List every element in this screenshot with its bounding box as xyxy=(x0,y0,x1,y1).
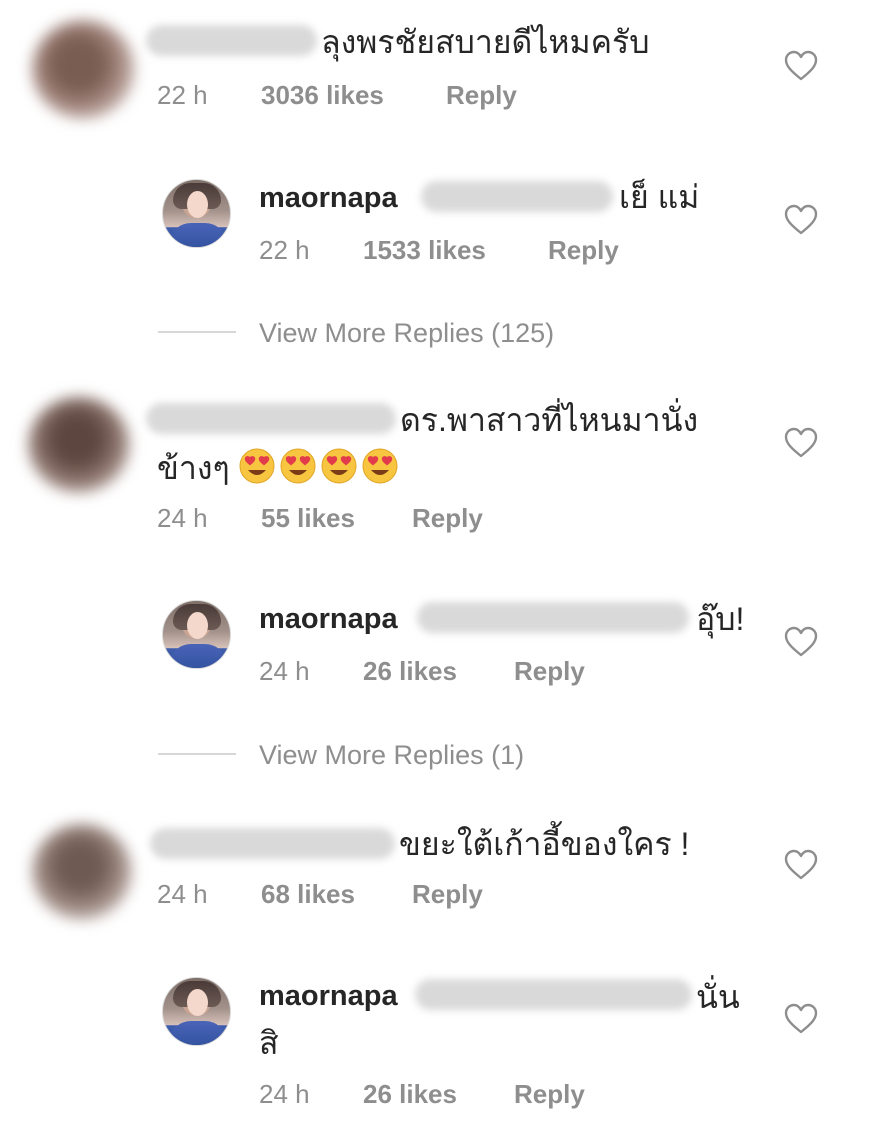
mention-redacted xyxy=(415,979,692,1010)
reply-button[interactable]: Reply xyxy=(514,656,585,687)
commenter-avatar[interactable] xyxy=(32,824,132,920)
commenter-username-redacted[interactable] xyxy=(146,403,396,434)
reply-time: 24 h xyxy=(259,656,310,686)
heart-eyes-emoji-icon xyxy=(321,448,357,484)
comment-text: ขยะใต้เก้าอี้ของใคร ! xyxy=(399,826,690,862)
mention-redacted xyxy=(421,181,613,212)
commenter-avatar[interactable] xyxy=(32,20,135,119)
reply-text: เย็ แม่ xyxy=(619,179,700,215)
reply-text: อุ๊บ! xyxy=(696,601,745,637)
heart-eyes-emoji-icon xyxy=(362,448,398,484)
maornapa-avatar[interactable] xyxy=(162,600,231,669)
commenter-username-redacted[interactable] xyxy=(146,25,317,56)
comment-text-continued: ข้างๆ xyxy=(157,450,230,486)
reply-button[interactable]: Reply xyxy=(514,1079,585,1110)
reply-time: 22 h xyxy=(259,235,310,265)
comment-time: 24 h xyxy=(157,879,208,909)
commenter-avatar[interactable] xyxy=(28,397,130,493)
comment-like-count[interactable]: 3036 likes xyxy=(261,80,384,111)
heart-outline-icon[interactable] xyxy=(784,204,818,236)
comment-time: 22 h xyxy=(157,80,208,110)
reply-username[interactable]: maornapa xyxy=(259,603,398,636)
heart-outline-icon[interactable] xyxy=(784,849,818,881)
reply-button[interactable]: Reply xyxy=(412,879,483,910)
reply-username[interactable]: maornapa xyxy=(259,980,398,1013)
maornapa-avatar[interactable] xyxy=(162,179,231,248)
maornapa-avatar[interactable] xyxy=(162,977,231,1046)
reply-time: 24 h xyxy=(259,1079,310,1109)
heart-outline-icon[interactable] xyxy=(784,427,818,459)
emoji-group xyxy=(238,447,399,485)
commenter-username-redacted[interactable] xyxy=(150,828,395,859)
view-more-replies-button[interactable]: View More Replies (125) xyxy=(259,318,554,349)
heart-eyes-emoji-icon xyxy=(239,448,275,484)
comment-text: ดร.พาสาวที่ไหนมานั่ง xyxy=(400,402,699,438)
comment-time: 24 h xyxy=(157,503,208,533)
reply-like-count[interactable]: 1533 likes xyxy=(363,235,486,266)
heart-outline-icon[interactable] xyxy=(784,626,818,658)
reply-text-continued: สิ xyxy=(259,1025,279,1061)
comment-like-count[interactable]: 55 likes xyxy=(261,503,355,534)
view-more-divider xyxy=(158,753,236,755)
reply-button[interactable]: Reply xyxy=(548,235,619,266)
reply-text: นั่น xyxy=(696,979,740,1015)
heart-outline-icon[interactable] xyxy=(784,1003,818,1035)
mention-redacted xyxy=(417,602,689,633)
view-more-replies-button[interactable]: View More Replies (1) xyxy=(259,740,524,771)
reply-like-count[interactable]: 26 likes xyxy=(363,1079,457,1110)
comment-text: ลุงพรชัยสบายดีไหมครับ xyxy=(321,24,650,60)
reply-username[interactable]: maornapa xyxy=(259,182,398,215)
reply-like-count[interactable]: 26 likes xyxy=(363,656,457,687)
view-more-divider xyxy=(158,331,236,333)
comment-like-count[interactable]: 68 likes xyxy=(261,879,355,910)
reply-button[interactable]: Reply xyxy=(412,503,483,534)
heart-eyes-emoji-icon xyxy=(280,448,316,484)
heart-outline-icon[interactable] xyxy=(784,50,818,82)
reply-button[interactable]: Reply xyxy=(446,80,517,111)
